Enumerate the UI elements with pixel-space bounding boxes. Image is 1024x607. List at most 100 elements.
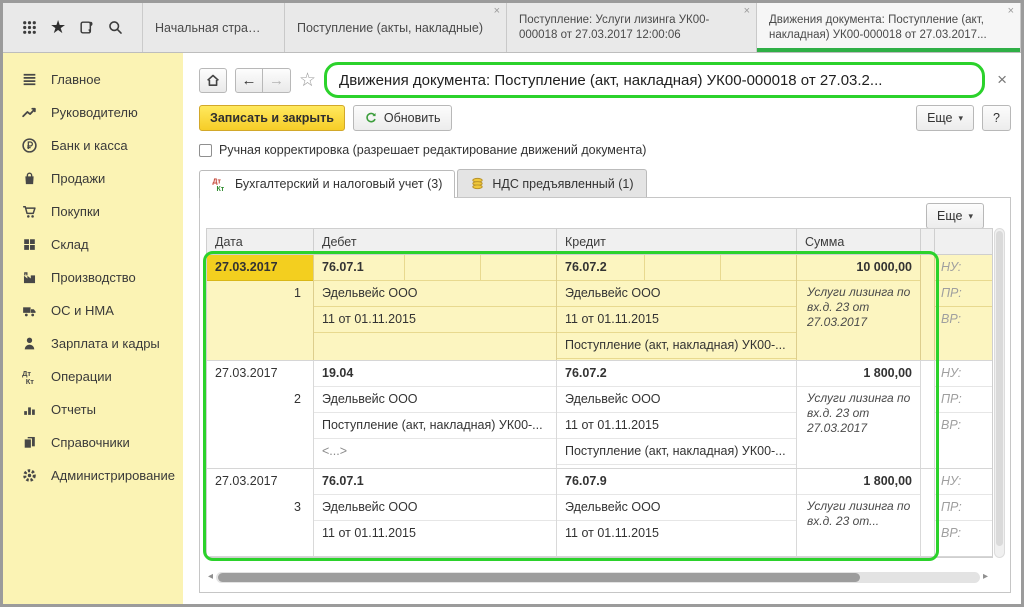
- truck-icon: [21, 302, 38, 319]
- document-movements-form: ← → ☆ Движения документа: Поступление (а…: [183, 53, 1021, 607]
- debit-subconto: Эдельвейс ООО: [314, 495, 556, 521]
- tab-document-movements[interactable]: Движения документа: Поступление (акт, на…: [757, 3, 1021, 52]
- tab-label: Поступление: Услуги лизинга УК00-000018 …: [519, 13, 734, 43]
- sidebar-item-purchases[interactable]: Покупки: [11, 195, 183, 228]
- credit-account: 76.07.9: [557, 469, 796, 495]
- history-icon[interactable]: [75, 16, 99, 40]
- sidebar-item-label: ОС и НМА: [51, 303, 114, 318]
- tab-label: НДС предъявленный (1): [492, 177, 633, 191]
- column-header-credit: Кредит: [557, 229, 797, 255]
- sidebar-item-label: Покупки: [51, 204, 100, 219]
- search-icon[interactable]: [104, 16, 128, 40]
- sidebar-item-production[interactable]: Производство: [11, 261, 183, 294]
- close-icon[interactable]: ×: [744, 6, 750, 17]
- debit-subconto: Поступление (акт, накладная) УК00-...: [314, 413, 556, 439]
- tax-label-pr: ПР:: [935, 495, 992, 521]
- back-button[interactable]: ←: [235, 68, 263, 93]
- tab-label: Движения документа: Поступление (акт, на…: [769, 13, 998, 43]
- tab-label: Начальная страница: [155, 21, 262, 35]
- table-row[interactable]: 27.03.2017 3 76.07.1 Эдельвейс ООО 11 от…: [207, 469, 992, 557]
- credit-subconto: Поступление (акт, накладная) УК00-...: [557, 439, 796, 465]
- column-header-spacer: [921, 229, 935, 255]
- warehouse-icon: [21, 236, 38, 253]
- credit-subconto: 11 от 01.11.2015: [557, 413, 796, 439]
- debit-subconto: Эдельвейс ООО: [314, 281, 556, 307]
- row-number: 3: [207, 495, 313, 521]
- tax-label-vr: ВР:: [935, 307, 992, 333]
- column-header-amount: Сумма: [797, 229, 921, 255]
- sidebar-item-manager[interactable]: Руководителю: [11, 96, 183, 129]
- sidebar-item-sales[interactable]: Продажи: [11, 162, 183, 195]
- form-nav-row: ← → ☆ Движения документа: Поступление (а…: [199, 61, 1011, 99]
- more-button[interactable]: Еще ▾: [916, 105, 974, 131]
- sidebar-item-directories[interactable]: Справочники: [11, 426, 183, 459]
- grid-menu-icon[interactable]: [17, 16, 41, 40]
- close-icon[interactable]: ×: [494, 6, 500, 17]
- forward-button[interactable]: →: [263, 68, 291, 93]
- sidebar-item-operations[interactable]: ДтКт Операции: [11, 360, 183, 393]
- horizontal-scrollbar[interactable]: ◂ ▸: [208, 570, 988, 584]
- sidebar-item-label: Руководителю: [51, 105, 138, 120]
- vertical-scrollbar[interactable]: [994, 228, 1005, 558]
- posting-date: 27.03.2017: [207, 469, 313, 495]
- credit-subconto: 11 от 01.11.2015: [557, 521, 796, 547]
- close-form-icon[interactable]: ×: [993, 70, 1011, 90]
- sidebar-item-label: Главное: [51, 72, 101, 87]
- bag-icon: [21, 170, 38, 187]
- refresh-button[interactable]: Обновить: [353, 105, 452, 131]
- table-more-button[interactable]: Еще ▾: [926, 203, 984, 229]
- dtkt-color-icon: ДтКт: [212, 176, 228, 192]
- credit-subconto: 11 от 01.11.2015: [557, 307, 796, 333]
- table-row[interactable]: 27.03.2017 1 76.07.1 Эдельвейс ООО 11 от…: [207, 255, 992, 361]
- sidebar-item-payroll-hr[interactable]: Зарплата и кадры: [11, 327, 183, 360]
- posting-comment: Услуги лизинга по вх.д. 23 от...: [797, 495, 920, 529]
- sidebar-item-administration[interactable]: Администрирование: [11, 459, 183, 492]
- menu-lines-icon: [21, 71, 38, 88]
- scroll-right-icon[interactable]: ▸: [983, 572, 988, 582]
- posting-comment: Услуги лизинга по вх.д. 23 от 27.03.2017: [797, 387, 920, 436]
- horizontal-scrollbar-thumb[interactable]: [218, 573, 860, 582]
- vertical-scrollbar-thumb[interactable]: [996, 231, 1003, 546]
- current-cell[interactable]: 27.03.2017: [207, 255, 313, 281]
- more-label: Еще: [927, 111, 952, 125]
- scroll-left-icon[interactable]: ◂: [208, 572, 213, 582]
- sidebar-item-fixed-assets[interactable]: ОС и НМА: [11, 294, 183, 327]
- tab-vat-register[interactable]: НДС предъявленный (1): [457, 169, 646, 197]
- quick-toolbar: ★: [3, 3, 143, 52]
- table-row[interactable]: 27.03.2017 2 19.04 Эдельвейс ООО Поступл…: [207, 361, 992, 469]
- sidebar-item-label: Производство: [51, 270, 136, 285]
- sidebar-item-label: Продажи: [51, 171, 105, 186]
- sidebar-item-warehouse[interactable]: Склад: [11, 228, 183, 261]
- sidebar-item-label: Справочники: [51, 435, 130, 450]
- tax-label-vr: ВР:: [935, 413, 992, 439]
- debit-subconto: <...>: [314, 439, 556, 465]
- favorites-star-icon[interactable]: ★: [46, 16, 70, 40]
- favorite-star-icon[interactable]: ☆: [299, 69, 316, 91]
- tab-accounting-register[interactable]: ДтКт Бухгалтерский и налоговый учет (3): [199, 170, 455, 198]
- help-button[interactable]: ?: [982, 105, 1011, 131]
- sidebar-item-bank-cash[interactable]: Банк и касса: [11, 129, 183, 162]
- home-button[interactable]: [199, 68, 227, 93]
- sidebar-item-reports[interactable]: Отчеты: [11, 393, 183, 426]
- page-title-highlight: Движения документа: Поступление (акт, на…: [324, 62, 985, 98]
- refresh-label: Обновить: [384, 111, 441, 125]
- save-and-close-button[interactable]: Записать и закрыть: [199, 105, 345, 131]
- debit-account: 19.04: [314, 361, 556, 387]
- posting-comment: Услуги лизинга по вх.д. 23 от 27.03.2017: [797, 281, 920, 330]
- dtkt-icon: ДтКт: [21, 368, 38, 385]
- tab-home[interactable]: Начальная страница: [143, 3, 285, 52]
- tab-receipt-document[interactable]: Поступление: Услуги лизинга УК00-000018 …: [507, 3, 757, 52]
- table-header: Дата Дебет Кредит Сумма: [207, 229, 992, 255]
- manual-adjustment-checkbox[interactable]: [199, 144, 212, 157]
- horizontal-scrollbar-track[interactable]: [216, 572, 980, 583]
- sidebar-item-label: Администрирование: [51, 468, 175, 483]
- tab-receipts-list[interactable]: Поступление (акты, накладные) ×: [285, 3, 507, 52]
- sidebar-item-main[interactable]: Главное: [11, 63, 183, 96]
- factory-icon: [21, 269, 38, 286]
- close-icon[interactable]: ×: [1008, 6, 1014, 17]
- chevron-down-icon: ▾: [968, 211, 973, 222]
- debit-subconto: [314, 333, 556, 359]
- column-header-date: Дата: [207, 229, 314, 255]
- ruble-icon: [21, 137, 38, 154]
- row-number: 1: [207, 281, 313, 307]
